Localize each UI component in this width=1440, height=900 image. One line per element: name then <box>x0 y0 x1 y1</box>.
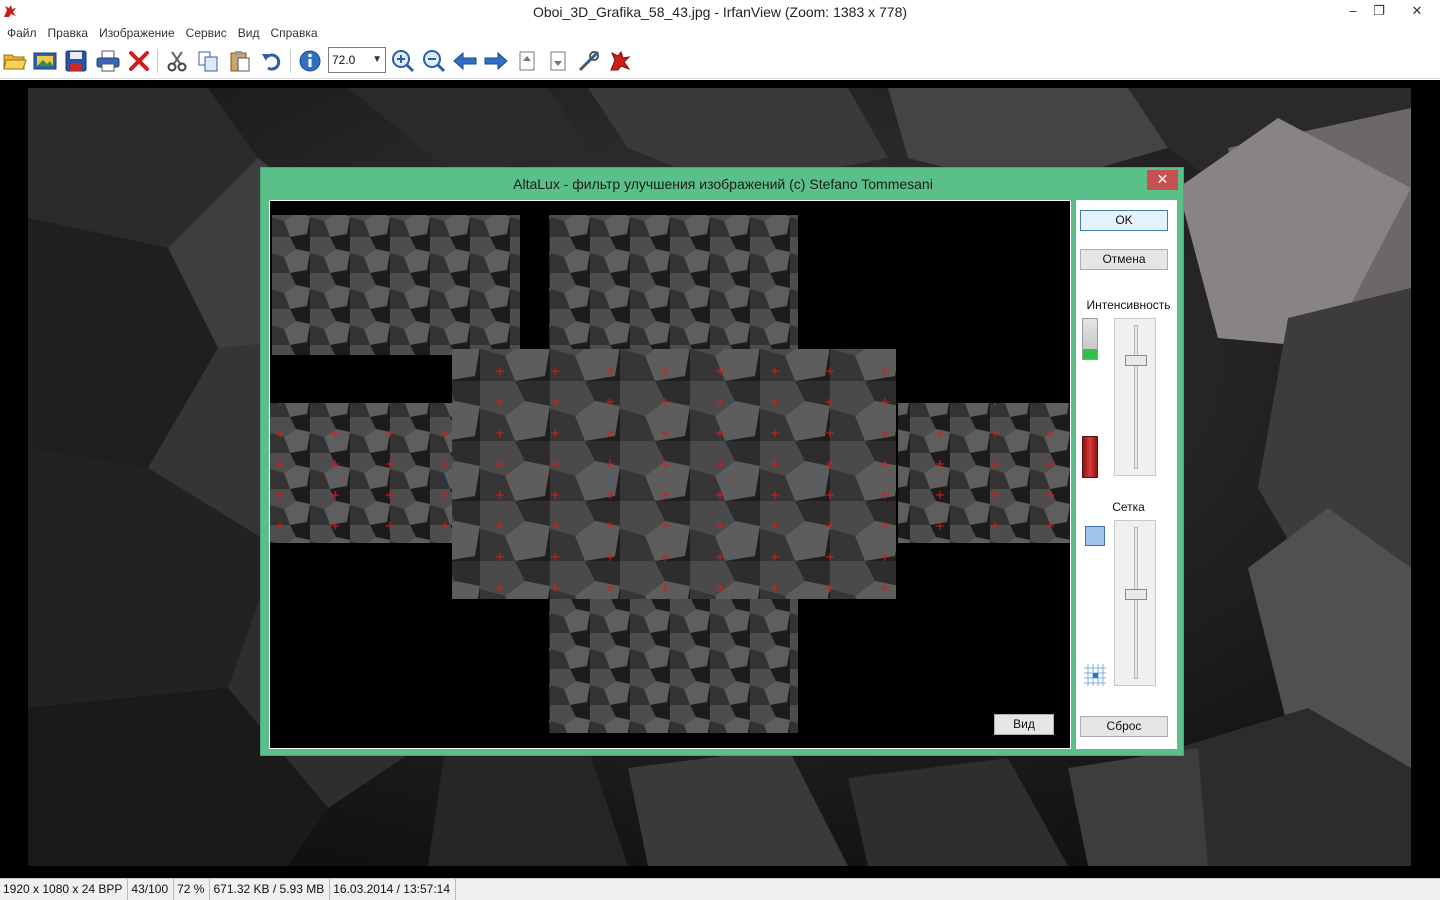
copy-icon[interactable] <box>195 48 221 74</box>
status-index: 43/100 <box>128 879 175 900</box>
toolbar-separator <box>157 49 158 73</box>
first-page-icon[interactable] <box>514 48 540 74</box>
chevron-down-icon: ▼ <box>372 54 382 65</box>
zoom-in-icon[interactable] <box>390 48 416 74</box>
altalux-dialog: AltaLux - фильтр улучшения изображений (… <box>260 167 1184 756</box>
grid-slider-thumb[interactable] <box>1125 589 1147 600</box>
menu-image[interactable]: Изображение <box>95 24 182 42</box>
toolbar-separator <box>290 49 291 73</box>
status-size: 671.32 KB / 5.93 MB <box>210 879 331 900</box>
cut-icon[interactable] <box>164 48 190 74</box>
zoom-value: 72.0 <box>332 53 356 67</box>
undo-icon[interactable] <box>258 48 284 74</box>
previous-icon[interactable] <box>452 48 478 74</box>
cancel-button[interactable]: Отмена <box>1080 249 1168 270</box>
intensity-label: Интенсивность <box>1086 298 1171 312</box>
ok-button[interactable]: OK <box>1080 210 1168 231</box>
save-icon[interactable] <box>63 48 89 74</box>
settings-panel: OK Отмена Интенсивность Сетка Сброс <box>1076 200 1177 749</box>
zoom-out-icon[interactable] <box>421 48 447 74</box>
menu-bar: Файл Правка Изображение Сервис Вид Справ… <box>0 24 1440 42</box>
reset-button[interactable]: Сброс <box>1080 716 1168 737</box>
status-bar: 1920 x 1080 x 24 BPP 43/100 72 % 671.32 … <box>0 878 1440 900</box>
irfanview-cat-icon[interactable] <box>607 48 633 74</box>
dialog-title: AltaLux - фильтр улучшения изображений (… <box>513 176 933 192</box>
toolbar <box>0 43 1440 79</box>
preview-area[interactable]: Вид <box>269 200 1071 749</box>
delete-icon[interactable] <box>126 48 152 74</box>
print-icon[interactable] <box>95 48 121 74</box>
menu-help[interactable]: Справка <box>266 24 324 42</box>
menu-view[interactable]: Вид <box>234 24 267 42</box>
zoom-select[interactable]: 72.0 ▼ <box>328 47 386 73</box>
maximize-button[interactable]: ❐ <box>1364 0 1394 22</box>
grid-label: Сетка <box>1112 500 1145 514</box>
grid-fine-icon <box>1084 664 1106 686</box>
window-title: Oboi_3D_Grafika_58_43.jpg - IrfanView (Z… <box>532 4 908 20</box>
dialog-close-button[interactable]: ✕ <box>1147 170 1178 190</box>
intensity-slider[interactable] <box>1114 318 1156 476</box>
open-folder-icon[interactable] <box>2 48 28 74</box>
window-title-bar: Oboi_3D_Grafika_58_43.jpg - IrfanView (Z… <box>0 0 1440 24</box>
view-button[interactable]: Вид <box>994 714 1054 735</box>
intensity-low-indicator-icon <box>1082 318 1098 360</box>
status-dimensions: 1920 x 1080 x 24 BPP <box>0 879 129 900</box>
grid-slider-groove <box>1134 527 1138 679</box>
status-zoom: 72 % <box>174 879 211 900</box>
info-icon[interactable] <box>297 48 323 74</box>
menu-file[interactable]: Файл <box>3 24 44 42</box>
paste-icon[interactable] <box>227 48 253 74</box>
status-date: 16.03.2014 / 13:57:14 <box>330 879 457 900</box>
intensity-high-indicator-icon <box>1082 436 1098 478</box>
intensity-slider-groove <box>1134 325 1138 469</box>
grid-slider[interactable] <box>1114 520 1156 686</box>
close-window-button[interactable]: ✕ <box>1398 0 1436 22</box>
menu-service[interactable]: Сервис <box>182 24 234 42</box>
intensity-slider-thumb[interactable] <box>1125 355 1147 366</box>
next-icon[interactable] <box>483 48 509 74</box>
slideshow-icon[interactable] <box>32 48 58 74</box>
menu-edit[interactable]: Правка <box>44 24 96 42</box>
last-page-icon[interactable] <box>545 48 571 74</box>
settings-icon[interactable] <box>576 48 602 74</box>
grid-coarse-icon <box>1085 526 1105 546</box>
